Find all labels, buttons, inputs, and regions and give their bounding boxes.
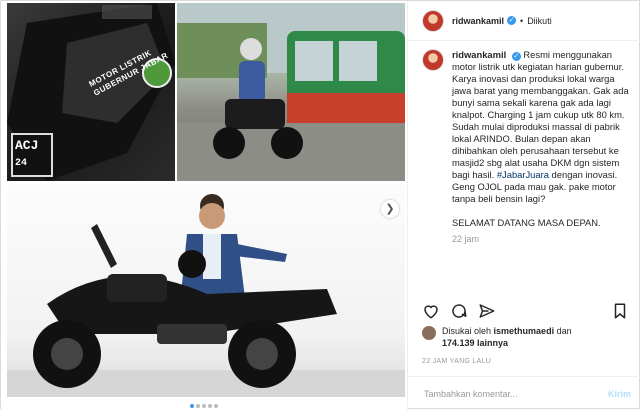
- liker-username[interactable]: ismethumaedi: [494, 326, 555, 336]
- carousel-dot: [208, 404, 212, 408]
- caption-username[interactable]: ridwankamil: [452, 49, 506, 60]
- verified-icon: ✓: [511, 52, 521, 61]
- comment-bar: Kirim: [408, 376, 640, 410]
- comment-input[interactable]: [422, 387, 608, 400]
- plate-sub: 24: [15, 158, 28, 169]
- bookmark-icon[interactable]: [611, 302, 631, 322]
- post-header: ridwankamil ✓ • Diikuti: [408, 1, 640, 41]
- likes-and: dan: [556, 326, 572, 336]
- carousel-dot: [214, 404, 218, 408]
- hashtag-link[interactable]: #JabarJuara: [497, 169, 549, 180]
- username-link[interactable]: ridwankamil: [452, 16, 504, 26]
- caption: ridwankamil ✓ Resmi menggunakan motor li…: [452, 49, 633, 297]
- carousel-dot: [202, 404, 206, 408]
- action-bar: [422, 301, 631, 323]
- post-date[interactable]: 22 JAM YANG LALU: [422, 358, 491, 365]
- avatar[interactable]: [422, 9, 444, 32]
- heart-icon[interactable]: [422, 302, 442, 322]
- photo-governor-with-bike: [7, 184, 405, 397]
- post-comment-button[interactable]: Kirim: [608, 389, 631, 399]
- follow-button[interactable]: Diikuti: [527, 16, 552, 26]
- share-icon[interactable]: [478, 302, 498, 322]
- photo-bike-closeup: MOTOR LISTRIK GUBERNUR JABAR ACJ 24: [7, 3, 175, 181]
- post-media-collage[interactable]: MOTOR LISTRIK GUBERNUR JABAR ACJ 24 ❯: [1, 1, 407, 410]
- caption-avatar[interactable]: [422, 49, 444, 71]
- likes-prefix: Disukai oleh: [442, 326, 492, 336]
- plate-number: ACJ: [15, 138, 39, 153]
- chevron-right-icon[interactable]: ❯: [381, 200, 399, 218]
- verified-icon: ✓: [507, 16, 517, 25]
- carousel-dot: [196, 404, 200, 408]
- caption-text: Resmi menggunakan motor listrik utk kegi…: [452, 49, 632, 180]
- likes-text: Disukai oleh ismethumaedi dan 174.139 la…: [442, 325, 572, 349]
- caption-time: 22 jam: [452, 234, 480, 244]
- post-card: MOTOR LISTRIK GUBERNUR JABAR ACJ 24 ❯ ri…: [0, 0, 640, 410]
- carousel-dot: [190, 404, 194, 408]
- likes-summary: Disukai oleh ismethumaedi dan 174.139 la…: [422, 325, 631, 349]
- license-plate: ACJ 24: [11, 133, 53, 177]
- photo-riding-street: [177, 3, 405, 181]
- follow-separator: •: [520, 15, 524, 26]
- liker-avatar[interactable]: [422, 326, 436, 340]
- carousel-dots: [1, 395, 407, 410]
- likes-count[interactable]: 174.139 lainnya: [442, 338, 508, 348]
- post-sidebar: ridwankamil ✓ • Diikuti ridwankamil ✓ Re…: [407, 1, 640, 410]
- caption-section: ridwankamil ✓ Resmi menggunakan motor li…: [422, 49, 633, 297]
- comment-icon[interactable]: [450, 302, 470, 322]
